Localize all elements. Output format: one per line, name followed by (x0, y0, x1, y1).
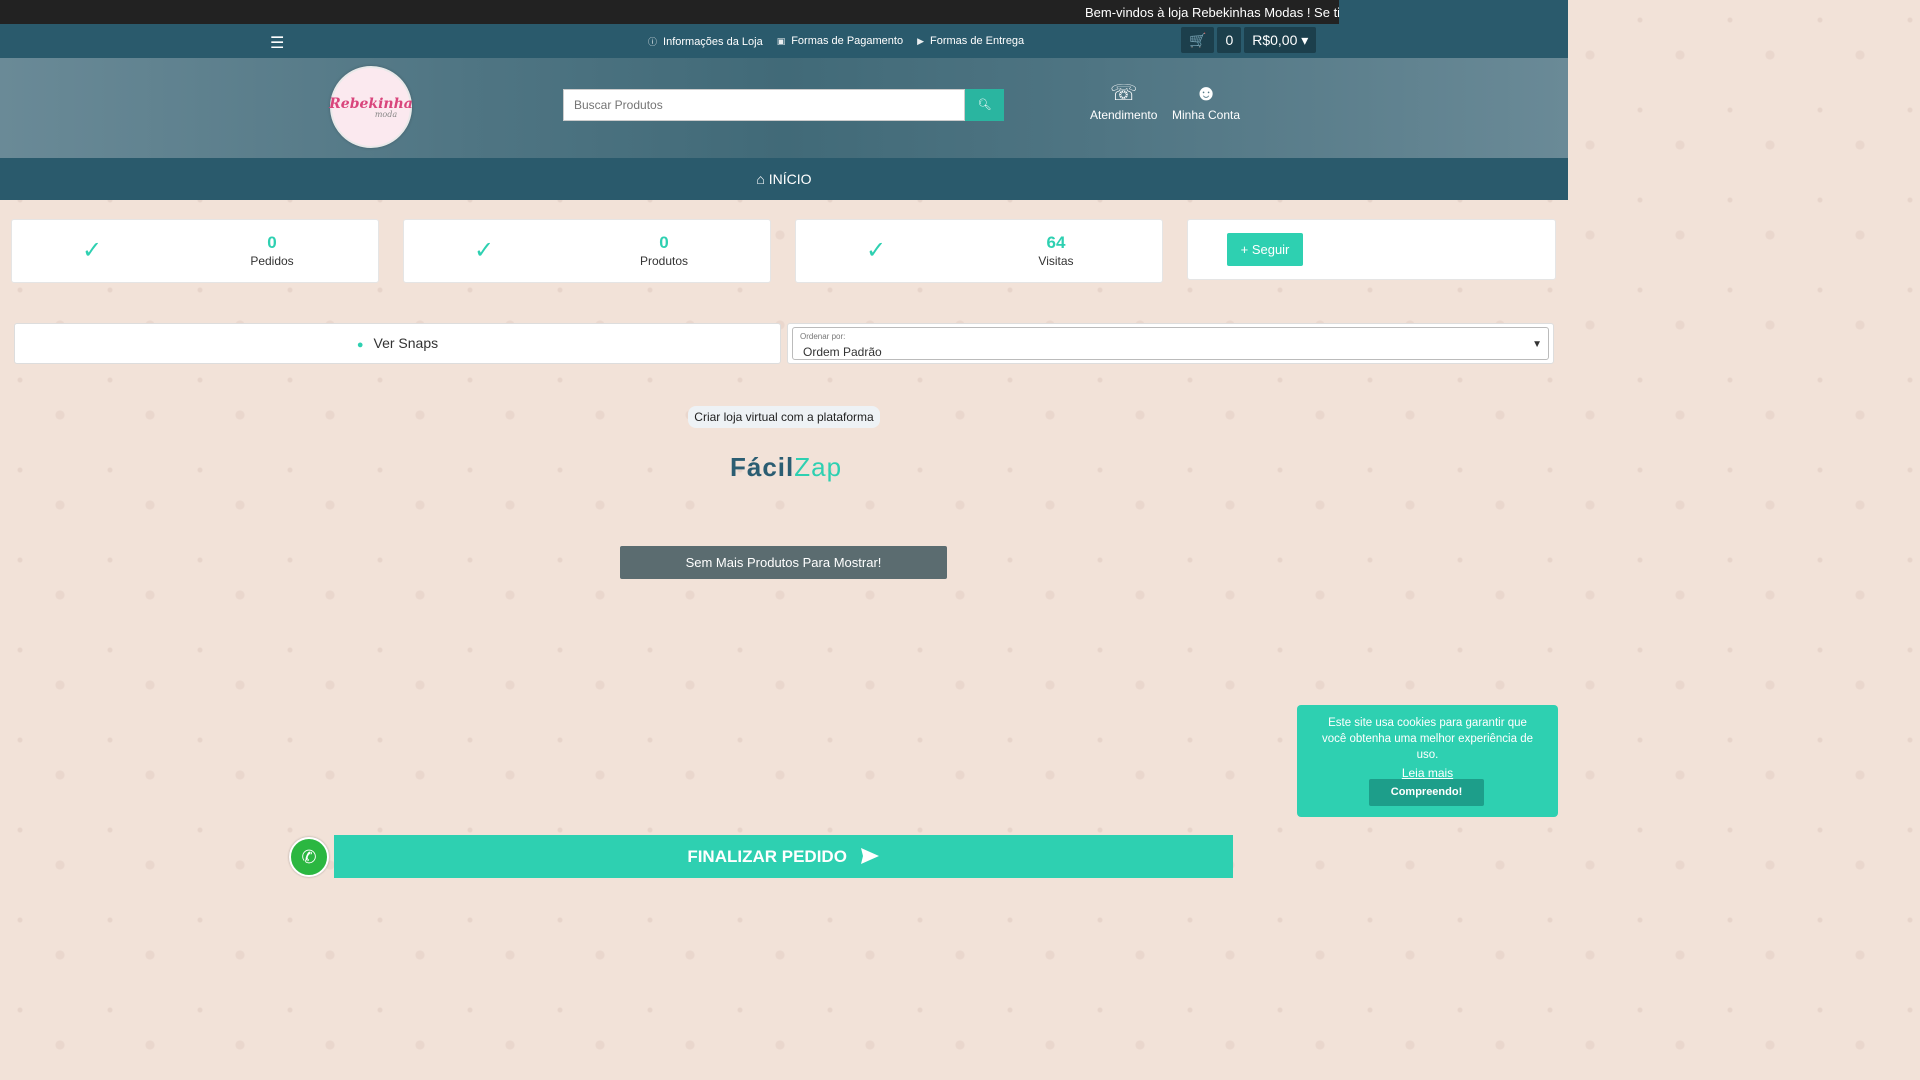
menu-item-inicio[interactable]: ⌂ INÍCIO (756, 171, 811, 187)
stat-card-visitas: ✓ 64 Visitas (795, 219, 1163, 283)
stat-card-produtos: ✓ 0 Produtos (403, 219, 771, 283)
plus-icon: + (1240, 242, 1249, 257)
nav-link-payment[interactable]: ▣ Formas de Pagamento (777, 35, 903, 48)
no-more-products-button[interactable]: Sem Mais Produtos Para Mostrar! (620, 546, 947, 579)
search-icon: 🔍︎ (977, 99, 992, 111)
facilzap-logo[interactable]: FácilZap (730, 452, 842, 483)
cart-total[interactable]: R$0,00 ▾ (1244, 27, 1317, 53)
cookie-banner: Este site usa cookies para garantir que … (1297, 705, 1558, 817)
headset-icon: ☏ (1109, 80, 1138, 105)
chevron-down-icon: ▼ (1532, 339, 1542, 350)
announcement-bar: Bem-vindos à loja Rebekinhas Modas ! Se … (0, 0, 1339, 24)
search-button[interactable]: 🔍︎ (965, 89, 1004, 121)
truck-icon: ▶ (917, 36, 925, 46)
chevron-down-icon: ▾ (1301, 32, 1309, 48)
cart-count[interactable]: 0 (1217, 27, 1242, 53)
nav-link-store-info[interactable]: ⓘ Informações da Loja (648, 35, 763, 48)
stat-card-pedidos: ✓ 0 Pedidos (11, 219, 379, 283)
top-navbar: ☰ ⓘ Informações da Loja ▣ Formas de Pagame… (0, 24, 1568, 58)
follow-button[interactable]: + Seguir (1227, 233, 1303, 266)
atendimento-link[interactable]: ☏ Atendimento (1090, 80, 1157, 122)
view-snaps-button[interactable]: ● Ver Snaps (14, 323, 781, 364)
store-logo[interactable]: Rebekinha moda (329, 66, 413, 148)
sort-container: Ordenar por: Ordem Padrão ▼ (787, 323, 1554, 364)
nav-link-delivery[interactable]: ▶ Formas de Entrega (917, 35, 1024, 48)
main-menu: ⌂ INÍCIO (0, 158, 1568, 200)
cookie-message: Este site usa cookies para garantir que … (1322, 717, 1533, 761)
account-link[interactable]: ☻ Minha Conta (1172, 80, 1240, 122)
follow-card: + Seguir (1187, 219, 1556, 280)
cart-group[interactable]: 🛒 0 R$0,00 ▾ (1181, 27, 1317, 53)
payment-icon: ▣ (776, 36, 786, 46)
announcement-bar-end (1339, 0, 1568, 24)
sort-value: Ordem Padrão (803, 345, 882, 359)
finalize-order-button[interactable]: FINALIZAR PEDIDO (334, 835, 1233, 878)
platform-badge[interactable]: Criar loja virtual com a plataforma (688, 406, 880, 428)
send-icon (860, 848, 879, 864)
whatsapp-icon[interactable]: ✆ (289, 837, 329, 877)
sort-label: Ordenar por: (800, 332, 846, 341)
cookie-learn-more-link[interactable]: Leia mais (1297, 766, 1558, 780)
info-icon: ⓘ (648, 37, 658, 47)
user-icon: ☻ (1194, 80, 1218, 105)
search-input[interactable] (564, 90, 974, 120)
menu-icon[interactable]: ☰ (270, 33, 284, 53)
cart-icon[interactable]: 🛒 (1181, 27, 1215, 53)
search-box (563, 89, 974, 121)
sort-select[interactable]: Ordenar por: Ordem Padrão ▼ (792, 327, 1549, 360)
home-icon: ⌂ (756, 171, 765, 187)
store-info-links: ⓘ Informações da Loja ▣ Formas de Pagament… (648, 35, 1024, 48)
cookie-accept-button[interactable]: Compreendo! (1369, 779, 1484, 806)
site-header: Rebekinha moda 🔍︎ ☏ Atendimento ☻ Minha … (0, 58, 1568, 158)
camera-icon: ● (356, 339, 364, 351)
announcement-text: Bem-vindos à loja Rebekinhas Modas ! Se … (1085, 5, 1339, 20)
